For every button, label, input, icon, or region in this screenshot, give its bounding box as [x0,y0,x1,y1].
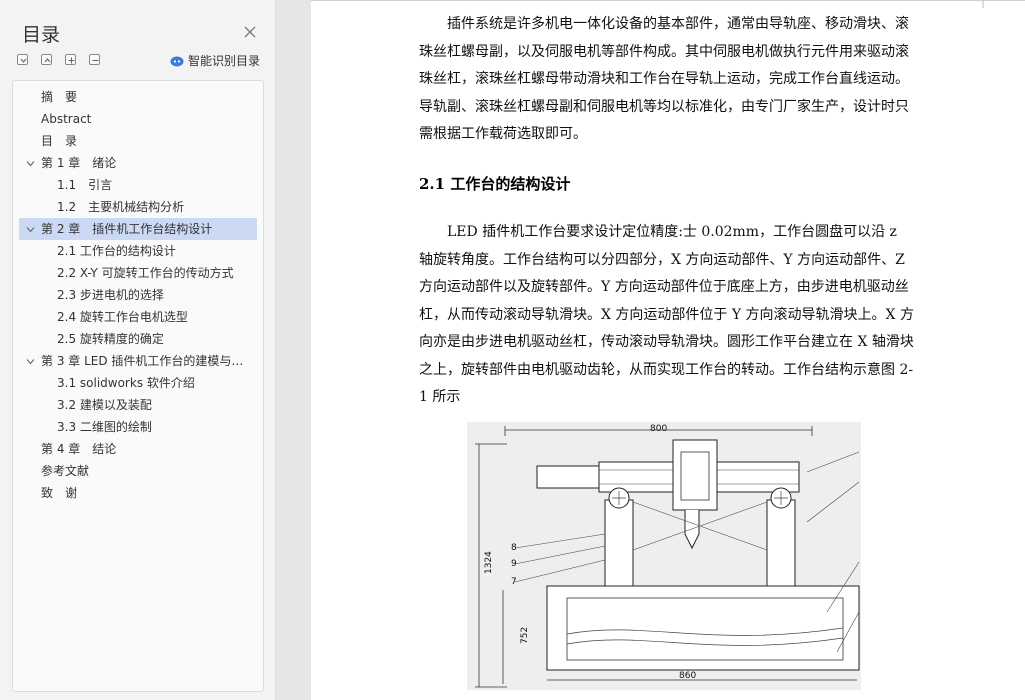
toc-item-3-1[interactable]: 3.1 solidworks 软件介绍 [19,372,257,394]
toc-item-label: 目 录 [41,134,78,148]
toc-item-label: 1.1 引言 [57,178,113,192]
toc-item-label: 致 谢 [41,486,78,500]
section-heading: 2.1 工作台的结构设计 [419,175,571,193]
collapse-all-icon[interactable] [17,54,28,65]
toc-item-chapter3[interactable]: 第 3 章 LED 插件机工作台的建模与仿真 [19,350,257,372]
toc-item-label: 第 3 章 LED 插件机工作台的建模与仿真 [41,354,247,368]
toc-item-label: 3.2 建模以及装配 [57,398,152,412]
chevron-down-icon[interactable] [26,357,35,366]
toc-item-label: 2.1 工作台的结构设计 [57,244,176,258]
toc-title: 目录 [22,24,61,46]
toc-item-chapter2[interactable]: 第 2 章 插件机工作台结构设计 [19,218,257,240]
toc-item-label: 第 2 章 插件机工作台结构设计 [41,222,213,236]
toc-item-2-4[interactable]: 2.4 旋转工作台电机选型 [19,306,257,328]
document-page[interactable]: 插件系统是许多机电一体化设备的基本部件，通常由导轨座、移动滑块、滚珠丝杠螺母副，… [311,0,1025,700]
chevron-down-icon[interactable] [26,225,35,234]
toc-item-2-1[interactable]: 2.1 工作台的结构设计 [19,240,257,262]
toc-item-label: 3.1 solidworks 软件介绍 [57,376,195,390]
toc-item-label: Abstract [41,112,92,126]
toc-item-contents[interactable]: 目 录 [19,130,257,152]
remove-icon[interactable] [89,54,100,65]
page-gutter [276,0,310,700]
toc-item-2-5[interactable]: 2.5 旋转精度的确定 [19,328,257,350]
toc-item-label: 第 1 章 绪论 [41,156,117,170]
toc-item-chapter1[interactable]: 第 1 章 绪论 [19,152,257,174]
toc-item-2-3[interactable]: 2.3 步进电机的选择 [19,284,257,306]
toc-item-abstract-cn[interactable]: 摘 要 [19,86,257,108]
close-icon[interactable] [244,26,256,38]
toc-item-abstract[interactable]: Abstract [19,108,257,130]
smart-toc-button[interactable]: 智能识别目录 [170,52,260,69]
toc-list: 摘 要 Abstract 目 录 第 1 章 绪论 1.1 引言 1.2 主要机… [12,80,264,692]
toc-item-2-2[interactable]: 2.2 X-Y 可旋转工作台的传动方式 [19,262,257,284]
add-icon[interactable] [65,54,76,65]
dim-left-tall-label: 1324 [484,551,494,574]
toc-item-label: 参考文献 [41,464,90,478]
ai-cloud-icon [170,56,184,67]
dim-left-short-label: 752 [520,627,530,644]
smart-toc-label: 智能识别目录 [188,54,261,68]
chevron-down-icon[interactable] [26,159,35,168]
toc-item-label: 摘 要 [41,90,78,104]
workbench-drawing: 800 1324 752 860 8 9 7 [475,424,860,688]
toc-item-label: 2.5 旋转精度的确定 [57,332,164,346]
toc-item-3-3[interactable]: 3.3 二维图的绘制 [19,416,257,438]
toc-item-1-1[interactable]: 1.1 引言 [19,174,257,196]
expand-up-icon[interactable] [41,54,52,65]
toc-item-label: 2.3 步进电机的选择 [57,288,164,302]
toc-item-label: 3.3 二维图的绘制 [57,420,152,434]
body-paragraph-1: 插件系统是许多机电一体化设备的基本部件，通常由导轨座、移动滑块、滚珠丝杠螺母副，… [419,16,909,142]
toc-item-chapter4[interactable]: 第 4 章 结论 [19,438,257,460]
toc-item-3-2[interactable]: 3.2 建模以及装配 [19,394,257,416]
toc-item-references[interactable]: 参考文献 [19,460,257,482]
toc-item-label: 第 4 章 结论 [41,442,117,456]
dim-bottom-label: 860 [679,671,696,681]
figure-2-1-drawing: 800 1324 752 860 8 9 7 [467,422,861,690]
body-paragraph-2: LED 插件机工作台要求设计定位精度:士 0.02mm，工作台圆盘可以沿 z 轴… [419,224,914,405]
toc-item-label: 2.2 X-Y 可旋转工作台的传动方式 [57,266,234,280]
toc-item-1-2[interactable]: 1.2 主要机械结构分析 [19,196,257,218]
toc-item-label: 1.2 主要机械结构分析 [57,200,185,214]
toc-item-acknowledgement[interactable]: 致 谢 [19,482,257,504]
toc-item-label: 2.4 旋转工作台电机选型 [57,310,188,324]
callout-label: 7 [511,577,517,587]
toc-sidebar: 目录 智能识别目录 摘 要 Abstract 目 录 第 1 章 绪论 1.1 … [0,0,276,700]
callout-label: 8 [511,543,517,553]
page-corner-marks [311,0,1025,8]
callout-label: 9 [511,559,517,569]
dim-top-label: 800 [650,424,667,434]
